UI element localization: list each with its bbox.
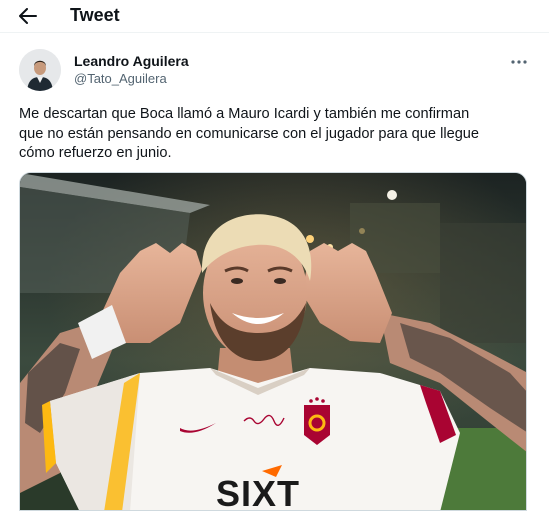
tweet-text-line: Me descartan que Boca llamó a Mauro Icar… bbox=[19, 106, 470, 122]
jersey-sponsor-text: SIXT bbox=[216, 473, 300, 511]
arrow-left-icon bbox=[19, 8, 37, 24]
more-options-button[interactable] bbox=[506, 53, 532, 71]
tweet-text: Me descartan que Boca llamó a Mauro Icar… bbox=[19, 105, 534, 164]
tweet-text-line: que no están pensando en comunicarse con… bbox=[19, 125, 480, 142]
page-title: Tweet bbox=[70, 5, 120, 25]
more-horizontal-icon bbox=[511, 60, 527, 64]
author-name[interactable]: Leandro Aguilera bbox=[74, 53, 189, 70]
tweet-photo[interactable]: SIXT bbox=[19, 172, 527, 511]
top-bar: Tweet bbox=[0, 0, 549, 32]
header-divider bbox=[0, 32, 549, 33]
author-handle[interactable]: @Tato_Aguilera bbox=[74, 71, 167, 87]
author-avatar[interactable] bbox=[19, 49, 61, 91]
back-button[interactable] bbox=[14, 4, 42, 28]
photo-player-celebrating: SIXT bbox=[20, 173, 526, 511]
tweet-text-line: cómo refuerzo en junio. bbox=[19, 145, 172, 161]
user-avatar-icon bbox=[19, 49, 61, 91]
